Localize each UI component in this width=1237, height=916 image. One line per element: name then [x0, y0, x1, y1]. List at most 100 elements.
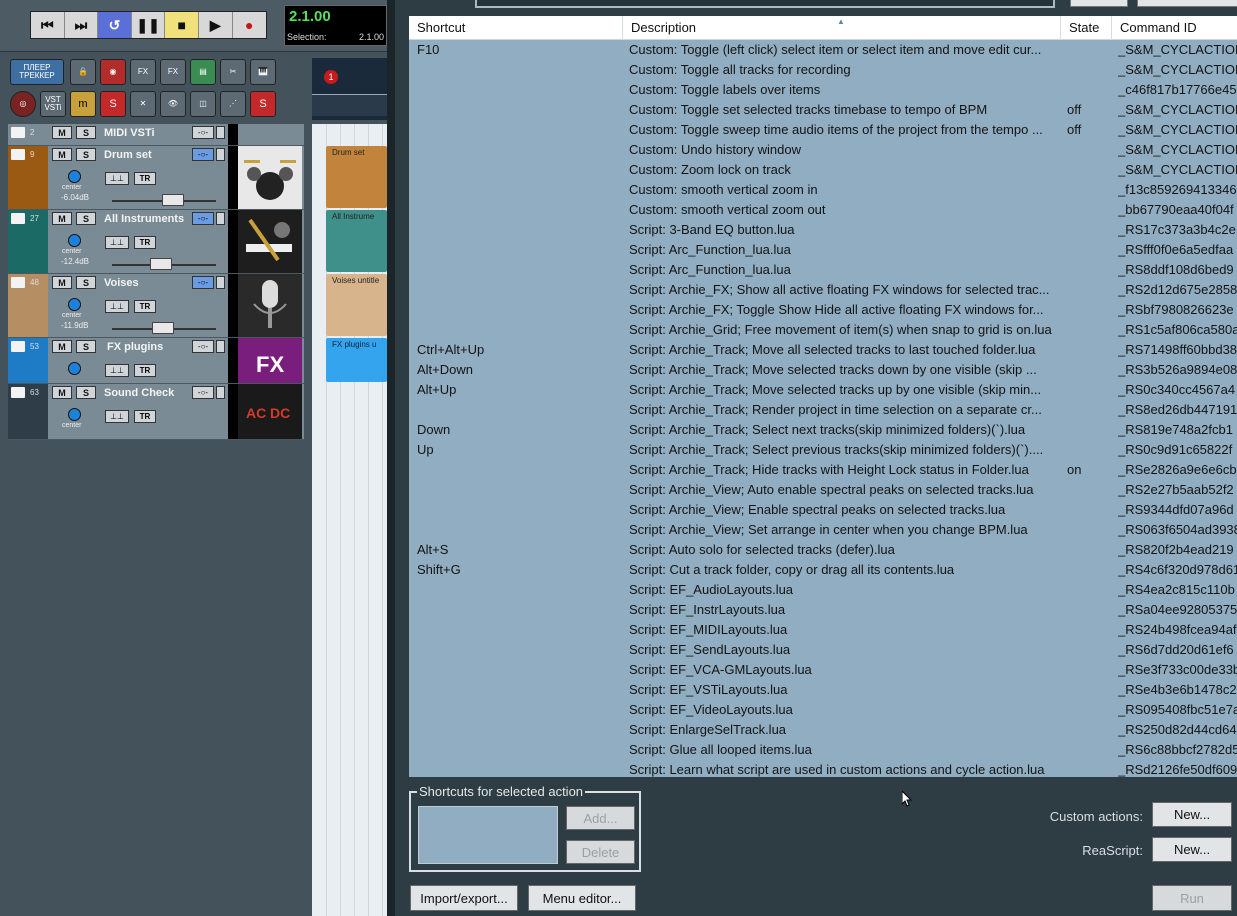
table-row[interactable]: Script: EF_SendLayouts.lua _RS6d7dd20d61e…: [409, 640, 1237, 660]
top-button[interactable]: [1070, 0, 1128, 7]
repeat-toggle-button[interactable]: ↺: [98, 12, 132, 38]
env-button[interactable]: ⊥⊥: [105, 300, 129, 313]
volume-fader-handle[interactable]: [152, 322, 174, 334]
reascript-new-button[interactable]: New...: [1152, 837, 1232, 862]
eye-icon[interactable]: 👁: [160, 91, 186, 117]
table-row[interactable]: F10 Custom: Toggle (left click) select it…: [409, 40, 1237, 60]
media-item[interactable]: Drum set: [326, 146, 387, 208]
track-name[interactable]: Drum set: [104, 149, 190, 161]
table-row[interactable]: Script: Archie_View; Auto enable spectra…: [409, 480, 1237, 500]
go-to-end-button[interactable]: ⏭: [65, 12, 99, 38]
piano-icon[interactable]: 🎹: [250, 59, 276, 85]
solo-button[interactable]: S: [76, 148, 96, 161]
volume-fader-handle[interactable]: [162, 194, 184, 206]
table-row[interactable]: Script: Archie_FX; Toggle Show Hide all …: [409, 300, 1237, 320]
pause-button[interactable]: ❚❚: [132, 12, 166, 38]
top-button[interactable]: [1137, 0, 1237, 7]
record-button[interactable]: ●: [233, 12, 266, 38]
arrange-view[interactable]: Drum set All Instrume Voises untitle FX …: [312, 124, 387, 916]
delete-shortcut-button[interactable]: Delete: [566, 840, 635, 864]
table-row[interactable]: Alt+Up Script: Archie_Track; Move selecte…: [409, 380, 1237, 400]
table-row[interactable]: Script: EnlargeSelTrack.lua _RS250d82d44c…: [409, 720, 1237, 740]
mute-button[interactable]: M: [52, 276, 72, 289]
go-to-start-button[interactable]: ⏮: [31, 12, 65, 38]
env-button[interactable]: ⊥⊥: [105, 410, 129, 423]
column-state[interactable]: State: [1061, 16, 1112, 40]
table-row[interactable]: Custom: Undo history window _S&M_CYCLACTI…: [409, 140, 1237, 160]
route-button[interactable]: -○-: [192, 276, 214, 289]
solo-button[interactable]: S: [76, 386, 96, 399]
track-row[interactable]: 48 M S Voises -○- center -11.9dB ⊥⊥ TR: [8, 274, 304, 338]
table-row[interactable]: Script: Archie_Grid; Free movement of it…: [409, 320, 1237, 340]
pan-knob[interactable]: [68, 408, 81, 421]
tr-button[interactable]: TR: [134, 410, 156, 423]
record-arm-button[interactable]: [216, 148, 225, 161]
table-row[interactable]: Script: Arc_Function_lua.lua _RS8ddf108d6…: [409, 260, 1237, 280]
route-button[interactable]: -○-: [192, 148, 214, 161]
solo-button[interactable]: S: [76, 212, 96, 225]
table-row[interactable]: Script: EF_VideoLayouts.lua _RS095408fbc5…: [409, 700, 1237, 720]
record-knob-icon[interactable]: ◎: [10, 91, 36, 117]
add-shortcut-button[interactable]: Add...: [566, 806, 635, 830]
table-row[interactable]: Shift+G Script: Cut a track folder, copy …: [409, 560, 1237, 580]
track-row[interactable]: 63 M S Sound Check -○- center ⊥⊥ TR AC DC: [8, 384, 304, 440]
track-row[interactable]: 27 M S All Instruments -○- center -12.4d…: [8, 210, 304, 274]
table-row[interactable]: Script: EF_MIDILayouts.lua _RS24b498fcea9…: [409, 620, 1237, 640]
table-row[interactable]: Custom: smooth vertical zoom out _bb67790…: [409, 200, 1237, 220]
table-row[interactable]: Custom: Toggle set selected tracks timeb…: [409, 100, 1237, 120]
play-button[interactable]: ▶: [199, 12, 233, 38]
table-row[interactable]: Script: Arc_Function_lua.lua _RSfff0f0e6a…: [409, 240, 1237, 260]
mute-button[interactable]: M: [52, 148, 72, 161]
volume-fader-handle[interactable]: [150, 258, 172, 270]
table-row[interactable]: Script: EF_AudioLayouts.lua _RS4ea2c815c1…: [409, 580, 1237, 600]
solo-tool-button[interactable]: S: [100, 91, 126, 117]
table-row[interactable]: Custom: Toggle all tracks for recording _…: [409, 60, 1237, 80]
pan-knob[interactable]: [68, 234, 81, 247]
lock-icon[interactable]: 🔒: [70, 59, 96, 85]
folder-icon[interactable]: [11, 149, 25, 160]
table-row[interactable]: Script: EF_VCA-GMLayouts.lua _RSe3f733c00…: [409, 660, 1237, 680]
ruler-bar[interactable]: [312, 94, 387, 116]
s-red-button[interactable]: S: [250, 91, 276, 117]
record-arm-button[interactable]: [216, 212, 225, 225]
table-row[interactable]: Script: Archie_Track; Render project in …: [409, 400, 1237, 420]
stop-button[interactable]: ■: [165, 12, 199, 38]
solo-button[interactable]: S: [76, 126, 96, 139]
mute-button[interactable]: M: [52, 212, 72, 225]
scissors-icon[interactable]: ✂: [220, 59, 246, 85]
solo-button[interactable]: S: [76, 340, 96, 353]
table-row[interactable]: Custom: Toggle labels over items _c46f817…: [409, 80, 1237, 100]
table-row[interactable]: Script: Archie_View; Enable spectral pea…: [409, 500, 1237, 520]
routing-icon[interactable]: ◫: [190, 91, 216, 117]
table-row[interactable]: Alt+Down Script: Archie_Track; Move selec…: [409, 360, 1237, 380]
table-row[interactable]: Down Script: Archie_Track; Select next tr…: [409, 420, 1237, 440]
track-name[interactable]: FX plugins: [107, 341, 193, 353]
midi-button[interactable]: m: [70, 91, 96, 117]
mixer-icon[interactable]: ▤: [190, 59, 216, 85]
track-row[interactable]: 9 M S Drum set -○- center -6.04dB ⊥⊥ TR: [8, 146, 304, 210]
track-name[interactable]: Voises: [104, 277, 190, 289]
mute-button[interactable]: M: [52, 126, 72, 139]
menu-editor-button[interactable]: Menu editor...: [528, 885, 636, 911]
track-name[interactable]: All Instruments: [104, 213, 190, 225]
route-button[interactable]: -○-: [192, 212, 214, 225]
folder-icon[interactable]: [11, 341, 25, 352]
tr-button[interactable]: TR: [134, 172, 156, 185]
media-item[interactable]: FX plugins u: [326, 338, 387, 382]
table-row[interactable]: Script: 3-Band EQ button.lua _RS17c373a3b…: [409, 220, 1237, 240]
solo-button[interactable]: S: [76, 276, 96, 289]
custom-actions-new-button[interactable]: New...: [1152, 802, 1232, 827]
folder-icon[interactable]: [11, 387, 25, 398]
folder-icon[interactable]: [11, 277, 25, 288]
column-shortcut[interactable]: Shortcut: [409, 16, 623, 40]
player-tracker-button[interactable]: ПЛЕЕР ТРЕККЕР: [10, 59, 64, 85]
table-row[interactable]: Custom: Zoom lock on track _S&M_CYCLACTIO…: [409, 160, 1237, 180]
tr-button[interactable]: TR: [134, 236, 156, 249]
table-row[interactable]: Script: Learn what script are used in cu…: [409, 760, 1237, 777]
mute-button[interactable]: M: [52, 386, 72, 399]
tr-button[interactable]: TR: [134, 300, 156, 313]
table-row[interactable]: Custom: Toggle sweep time audio items of…: [409, 120, 1237, 140]
track-row[interactable]: 53 M S FX plugins -○- ⊥⊥ TR FX: [8, 338, 304, 384]
vsti-button[interactable]: VST VSTi: [40, 91, 66, 117]
tr-button[interactable]: TR: [134, 364, 156, 377]
